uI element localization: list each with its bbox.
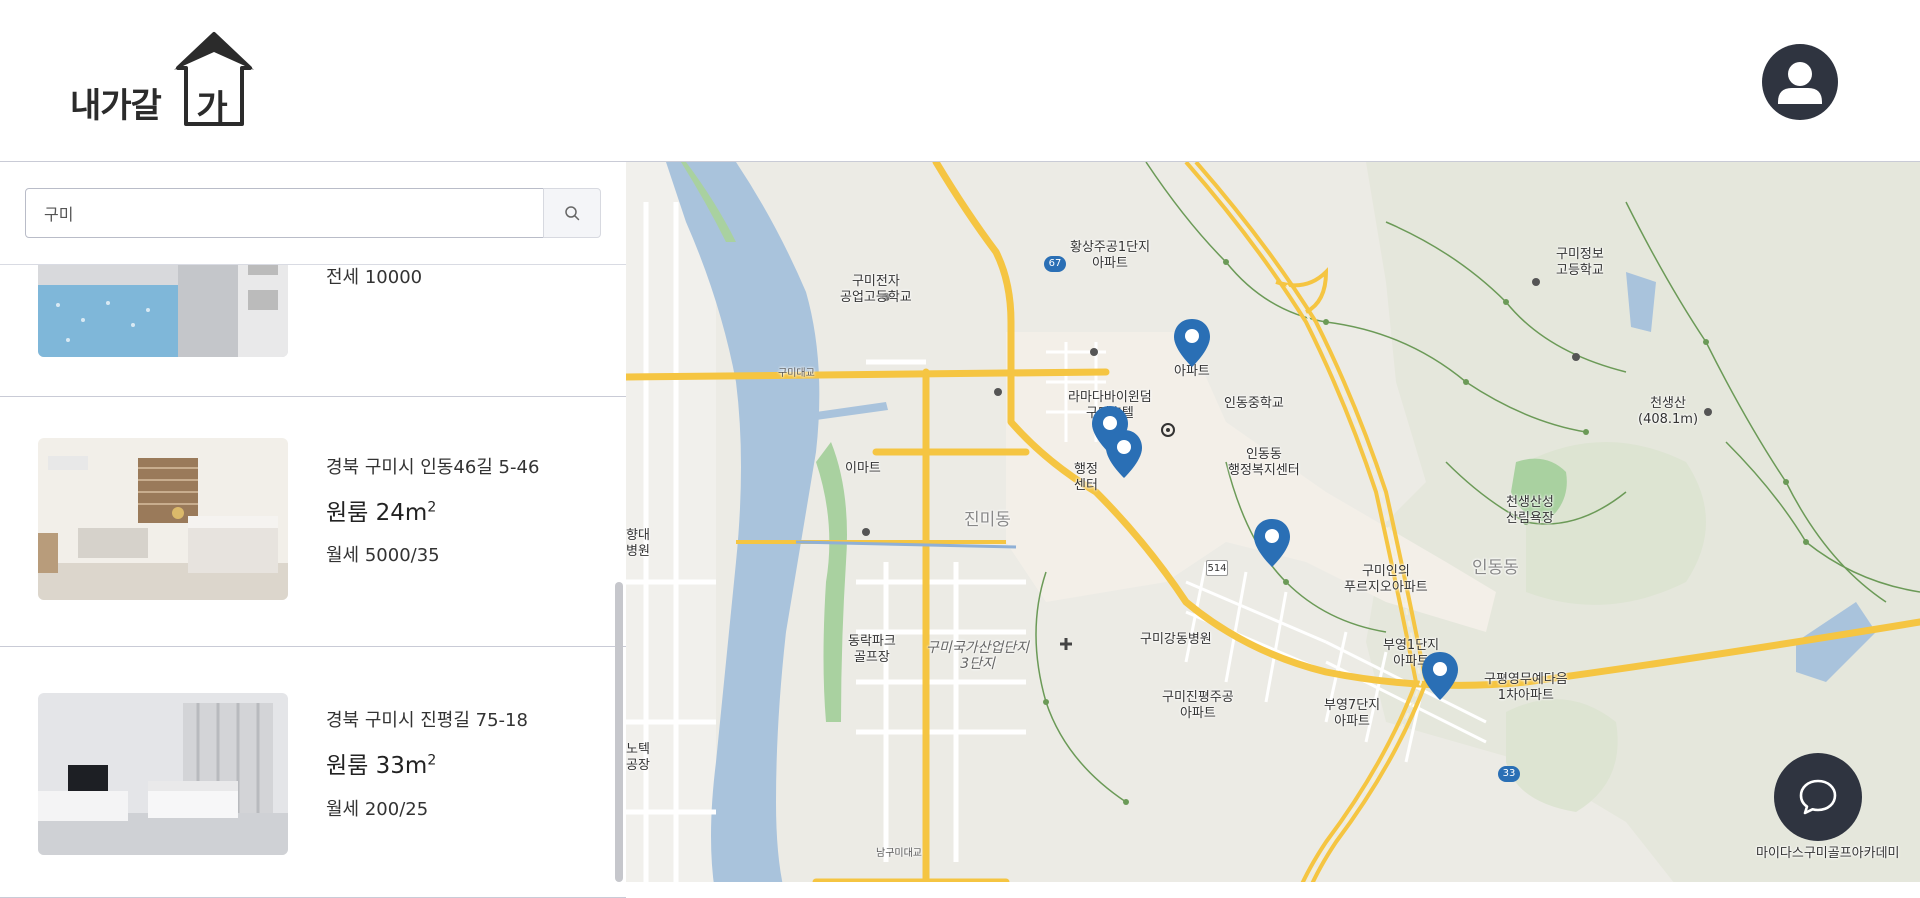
map-label: 동락파크 골프장 — [848, 634, 896, 665]
map-label: 마이다스구미골프아카데미 — [1756, 846, 1900, 861]
listing-photo — [38, 265, 288, 357]
map-label: 향대 병원 — [626, 528, 650, 559]
search-bar — [25, 188, 601, 238]
listing-card[interactable]: 경북 구미시 인동46길 5-46 원룸 24m2 월세 5000/35 — [0, 396, 626, 647]
user-icon — [1778, 62, 1822, 104]
map-label: 행정 센터 — [1074, 462, 1098, 493]
listing-photo — [38, 693, 288, 855]
map-label: 천생산 (408.1m) — [1638, 396, 1699, 427]
map-marker-icon[interactable] — [1104, 428, 1144, 480]
listing-price: 전세 10000 — [326, 267, 423, 288]
map-marker-icon[interactable] — [1420, 650, 1460, 702]
map-label: 황상주공1단지 아파트 — [1070, 240, 1151, 271]
road-shield: 67 — [1044, 256, 1066, 272]
listing-price: 월세 5000/35 — [326, 545, 440, 566]
user-avatar-button[interactable] — [1762, 44, 1838, 120]
room-type: 원룸 33m2 — [326, 752, 437, 779]
listing-panel: 원룸 40m2 전세 10000 경북 구미시 — [0, 162, 626, 898]
search-icon — [565, 206, 580, 221]
map-label: 구미인의 푸르지오아파트 — [1344, 564, 1428, 595]
listing-price: 월세 200/25 — [326, 799, 429, 820]
map-label: 진미동 — [964, 510, 1011, 530]
listing-address: 경북 구미시 진평길 75-18 — [326, 710, 528, 731]
search-input[interactable] — [25, 188, 544, 238]
logo[interactable]: 내가갈 가 — [68, 30, 268, 130]
listing-photo — [38, 438, 288, 600]
map-label: 부영7단지 아파트 — [1324, 698, 1381, 729]
map-label: 인동중학교 — [1224, 396, 1284, 411]
list-scrollbar[interactable] — [615, 582, 623, 882]
road-shield: 514 — [1206, 560, 1228, 576]
listing-list[interactable]: 원룸 40m2 전세 10000 경북 구미시 — [0, 265, 626, 898]
app-header: 내가갈 가 — [0, 0, 1920, 162]
map-road-label: 구미대교 — [778, 368, 815, 379]
search-button[interactable] — [543, 188, 601, 238]
map-bottom-edge — [626, 882, 1920, 898]
map-view[interactable]: 구미전자공업고등학교 황상주공1단지아파트 구미정보고등학교 황상대아파트 라마… — [626, 162, 1920, 898]
map-label: 이마트 — [845, 461, 881, 476]
map-road-label: 남구미대교 — [876, 848, 922, 859]
road-shield: 33 — [1498, 766, 1520, 782]
map-marker-icon[interactable] — [1172, 317, 1212, 369]
map-label: 구미정보 고등학교 — [1556, 247, 1604, 278]
listing-card[interactable]: 원룸 40m2 전세 10000 — [0, 265, 626, 397]
chat-bubble-icon — [1799, 779, 1837, 815]
map-marker-icon[interactable] — [1252, 517, 1292, 569]
map-label: 천생산성 산림욕장 — [1506, 495, 1554, 526]
listing-address: 경북 구미시 인동46길 5-46 — [326, 457, 540, 478]
logo-text: 내가갈 — [70, 86, 162, 126]
map-label: 구미전자 공업고등학교 — [840, 274, 912, 305]
chat-button[interactable] — [1774, 753, 1862, 841]
map-label: 구미강동병원 — [1140, 632, 1212, 647]
listing-card[interactable]: 경북 구미시 진평길 75-18 원룸 33m2 월세 200/25 — [0, 647, 626, 898]
map-label: 인동동 — [1472, 558, 1519, 578]
room-type: 원룸 24m2 — [326, 499, 437, 526]
map-label: 구미국가산업단지 3단지 — [926, 640, 1030, 672]
logo-house-char: 가 — [196, 88, 228, 128]
map-label: 구미진평주공 아파트 — [1162, 690, 1234, 721]
map-label: 인동동 행정복지센터 — [1228, 447, 1300, 478]
map-label: 구평영무예다음 1차아파트 — [1484, 672, 1568, 703]
map-label: 노텍 공장 — [626, 742, 650, 773]
